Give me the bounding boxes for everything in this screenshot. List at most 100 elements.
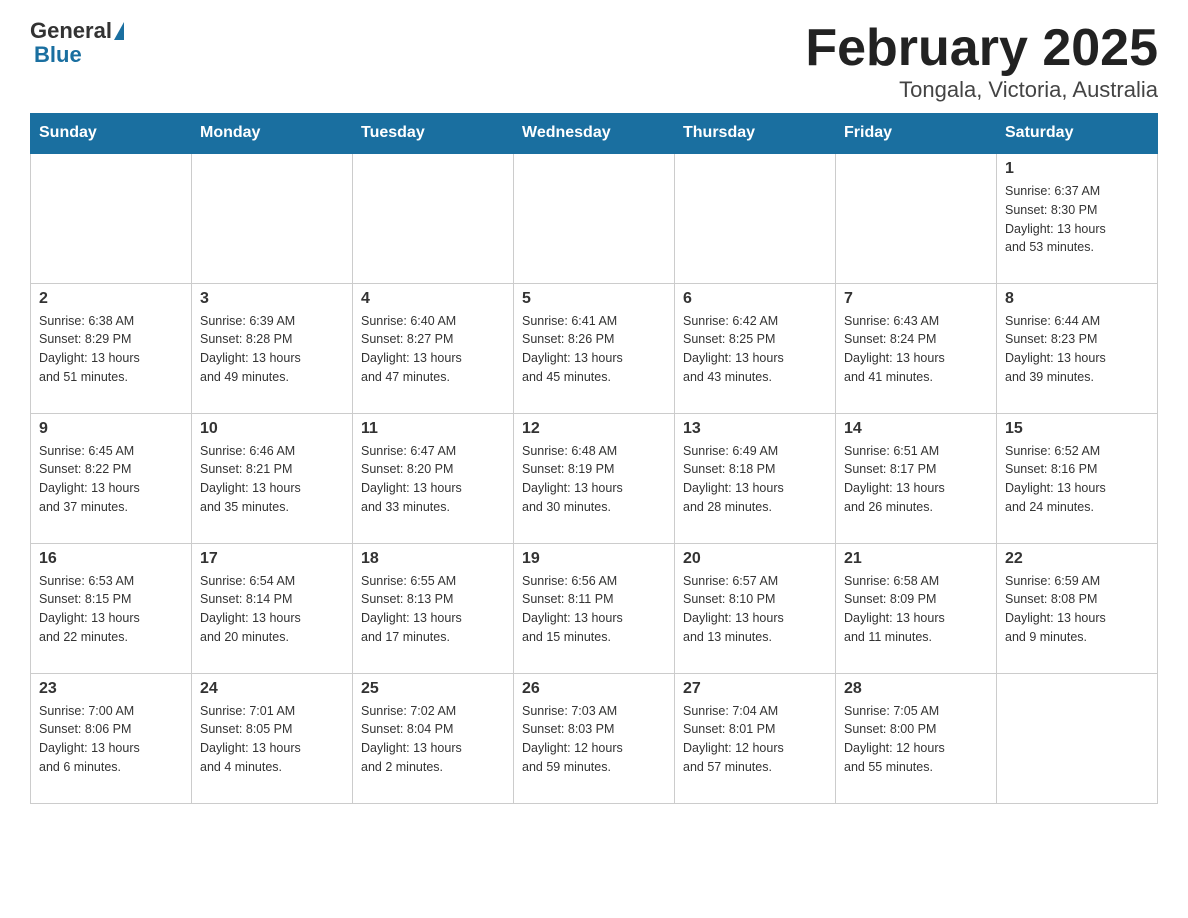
calendar-cell: 24 Sunrise: 7:01 AM Sunset: 8:05 PM Dayli… (192, 673, 353, 803)
day-info: Sunrise: 6:48 AM Sunset: 8:19 PM Dayligh… (522, 442, 666, 517)
day-info: Sunrise: 6:58 AM Sunset: 8:09 PM Dayligh… (844, 572, 988, 647)
day-number: 12 (522, 420, 666, 438)
day-number: 10 (200, 420, 344, 438)
calendar-week-row: 16 Sunrise: 6:53 AM Sunset: 8:15 PM Dayli… (31, 543, 1158, 673)
day-info: Sunrise: 6:49 AM Sunset: 8:18 PM Dayligh… (683, 442, 827, 517)
calendar-header-saturday: Saturday (997, 114, 1158, 154)
calendar-cell: 2Sunrise: 6:38 AM Sunset: 8:29 PM Daylig… (31, 283, 192, 413)
day-number: 5 (522, 290, 666, 308)
calendar-cell: 3 Sunrise: 6:39 AM Sunset: 8:28 PM Daylig… (192, 283, 353, 413)
calendar-cell: 17 Sunrise: 6:54 AM Sunset: 8:14 PM Dayli… (192, 543, 353, 673)
calendar-cell (514, 153, 675, 283)
day-number: 6 (683, 290, 827, 308)
calendar-cell: 19 Sunrise: 6:56 AM Sunset: 8:11 PM Dayli… (514, 543, 675, 673)
calendar-cell (836, 153, 997, 283)
day-info: Sunrise: 6:54 AM Sunset: 8:14 PM Dayligh… (200, 572, 344, 647)
day-info: Sunrise: 7:00 AM Sunset: 8:06 PM Dayligh… (39, 702, 183, 777)
day-info: Sunrise: 7:01 AM Sunset: 8:05 PM Dayligh… (200, 702, 344, 777)
calendar-cell: 27 Sunrise: 7:04 AM Sunset: 8:01 PM Dayli… (675, 673, 836, 803)
calendar-week-row: 23 Sunrise: 7:00 AM Sunset: 8:06 PM Dayli… (31, 673, 1158, 803)
calendar-header-tuesday: Tuesday (353, 114, 514, 154)
calendar-title: February 2025 (805, 20, 1158, 77)
calendar-table: SundayMondayTuesdayWednesdayThursdayFrid… (30, 113, 1158, 804)
calendar-subtitle: Tongala, Victoria, Australia (805, 77, 1158, 103)
day-number: 19 (522, 550, 666, 568)
calendar-header-thursday: Thursday (675, 114, 836, 154)
day-info: Sunrise: 6:39 AM Sunset: 8:28 PM Dayligh… (200, 312, 344, 387)
day-info: Sunrise: 6:55 AM Sunset: 8:13 PM Dayligh… (361, 572, 505, 647)
day-number: 3 (200, 290, 344, 308)
calendar-header-friday: Friday (836, 114, 997, 154)
day-number: 21 (844, 550, 988, 568)
logo-top: General (30, 20, 126, 42)
calendar-cell (353, 153, 514, 283)
calendar-cell: 22 Sunrise: 6:59 AM Sunset: 8:08 PM Dayli… (997, 543, 1158, 673)
day-info: Sunrise: 6:43 AM Sunset: 8:24 PM Dayligh… (844, 312, 988, 387)
calendar-week-row: 9Sunrise: 6:45 AM Sunset: 8:22 PM Daylig… (31, 413, 1158, 543)
day-info: Sunrise: 7:03 AM Sunset: 8:03 PM Dayligh… (522, 702, 666, 777)
day-number: 23 (39, 680, 183, 698)
calendar-cell: 1Sunrise: 6:37 AM Sunset: 8:30 PM Daylig… (997, 153, 1158, 283)
day-number: 8 (1005, 290, 1149, 308)
calendar-cell: 9Sunrise: 6:45 AM Sunset: 8:22 PM Daylig… (31, 413, 192, 543)
calendar-cell: 12 Sunrise: 6:48 AM Sunset: 8:19 PM Dayli… (514, 413, 675, 543)
day-number: 26 (522, 680, 666, 698)
calendar-cell: 5Sunrise: 6:41 AM Sunset: 8:26 PM Daylig… (514, 283, 675, 413)
title-block: February 2025 Tongala, Victoria, Austral… (805, 20, 1158, 103)
day-info: Sunrise: 6:44 AM Sunset: 8:23 PM Dayligh… (1005, 312, 1149, 387)
calendar-cell: 8 Sunrise: 6:44 AM Sunset: 8:23 PM Daylig… (997, 283, 1158, 413)
day-info: Sunrise: 7:05 AM Sunset: 8:00 PM Dayligh… (844, 702, 988, 777)
day-number: 16 (39, 550, 183, 568)
day-number: 13 (683, 420, 827, 438)
calendar-cell (675, 153, 836, 283)
day-number: 1 (1005, 160, 1149, 178)
calendar-cell: 10 Sunrise: 6:46 AM Sunset: 8:21 PM Dayli… (192, 413, 353, 543)
day-number: 14 (844, 420, 988, 438)
calendar-week-row: 2Sunrise: 6:38 AM Sunset: 8:29 PM Daylig… (31, 283, 1158, 413)
day-number: 22 (1005, 550, 1149, 568)
day-number: 7 (844, 290, 988, 308)
calendar-cell: 7 Sunrise: 6:43 AM Sunset: 8:24 PM Daylig… (836, 283, 997, 413)
calendar-cell: 28 Sunrise: 7:05 AM Sunset: 8:00 PM Dayli… (836, 673, 997, 803)
calendar-cell: 18 Sunrise: 6:55 AM Sunset: 8:13 PM Dayli… (353, 543, 514, 673)
calendar-cell: 16 Sunrise: 6:53 AM Sunset: 8:15 PM Dayli… (31, 543, 192, 673)
day-info: Sunrise: 6:46 AM Sunset: 8:21 PM Dayligh… (200, 442, 344, 517)
day-info: Sunrise: 6:52 AM Sunset: 8:16 PM Dayligh… (1005, 442, 1149, 517)
day-info: Sunrise: 6:59 AM Sunset: 8:08 PM Dayligh… (1005, 572, 1149, 647)
calendar-cell: 21 Sunrise: 6:58 AM Sunset: 8:09 PM Dayli… (836, 543, 997, 673)
day-info: Sunrise: 6:53 AM Sunset: 8:15 PM Dayligh… (39, 572, 183, 647)
calendar-cell: 25 Sunrise: 7:02 AM Sunset: 8:04 PM Dayli… (353, 673, 514, 803)
day-number: 24 (200, 680, 344, 698)
logo: General Blue (30, 20, 126, 68)
logo-blue-text: Blue (34, 42, 82, 68)
day-info: Sunrise: 6:42 AM Sunset: 8:25 PM Dayligh… (683, 312, 827, 387)
calendar-header-wednesday: Wednesday (514, 114, 675, 154)
calendar-header-monday: Monday (192, 114, 353, 154)
calendar-cell: 26 Sunrise: 7:03 AM Sunset: 8:03 PM Dayli… (514, 673, 675, 803)
day-number: 4 (361, 290, 505, 308)
calendar-cell (997, 673, 1158, 803)
calendar-cell: 20Sunrise: 6:57 AM Sunset: 8:10 PM Dayli… (675, 543, 836, 673)
day-info: Sunrise: 7:04 AM Sunset: 8:01 PM Dayligh… (683, 702, 827, 777)
calendar-header-sunday: Sunday (31, 114, 192, 154)
calendar-cell (192, 153, 353, 283)
calendar-cell: 4 Sunrise: 6:40 AM Sunset: 8:27 PM Daylig… (353, 283, 514, 413)
day-info: Sunrise: 6:47 AM Sunset: 8:20 PM Dayligh… (361, 442, 505, 517)
day-number: 28 (844, 680, 988, 698)
calendar-cell: 13 Sunrise: 6:49 AM Sunset: 8:18 PM Dayli… (675, 413, 836, 543)
logo-triangle-icon (114, 22, 124, 40)
day-info: Sunrise: 6:56 AM Sunset: 8:11 PM Dayligh… (522, 572, 666, 647)
calendar-cell: 6 Sunrise: 6:42 AM Sunset: 8:25 PM Daylig… (675, 283, 836, 413)
day-info: Sunrise: 7:02 AM Sunset: 8:04 PM Dayligh… (361, 702, 505, 777)
day-number: 25 (361, 680, 505, 698)
day-number: 18 (361, 550, 505, 568)
logo-general-text: General (30, 20, 112, 42)
day-number: 17 (200, 550, 344, 568)
day-number: 20 (683, 550, 827, 568)
day-info: Sunrise: 6:38 AM Sunset: 8:29 PM Dayligh… (39, 312, 183, 387)
calendar-header-row: SundayMondayTuesdayWednesdayThursdayFrid… (31, 114, 1158, 154)
day-info: Sunrise: 6:40 AM Sunset: 8:27 PM Dayligh… (361, 312, 505, 387)
calendar-cell: 14Sunrise: 6:51 AM Sunset: 8:17 PM Dayli… (836, 413, 997, 543)
day-info: Sunrise: 6:45 AM Sunset: 8:22 PM Dayligh… (39, 442, 183, 517)
day-number: 27 (683, 680, 827, 698)
